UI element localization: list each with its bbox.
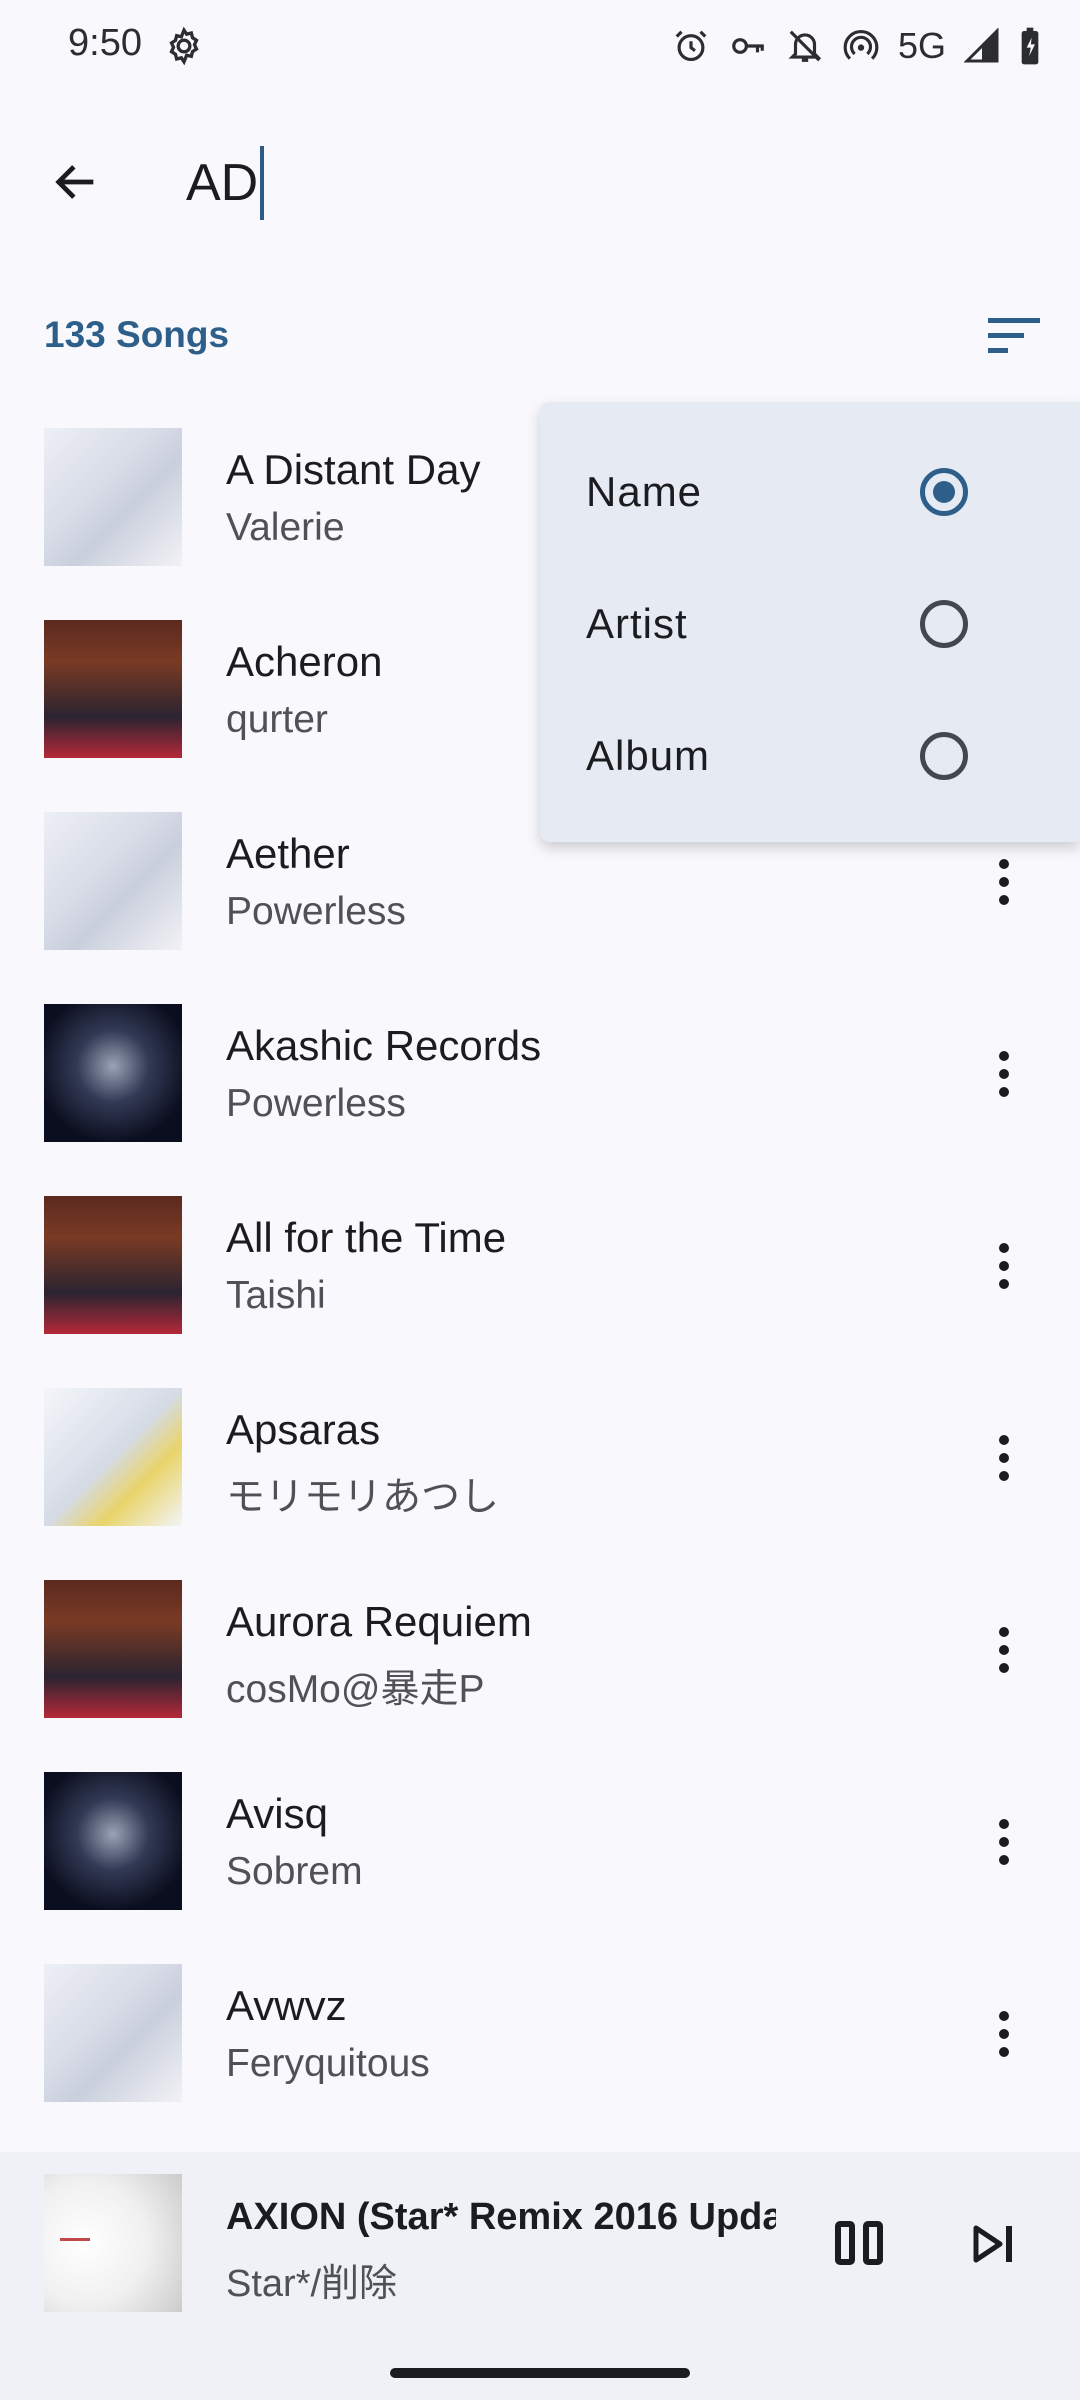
song-row[interactable]: Akashic Records Powerless [0, 982, 1080, 1174]
status-time: 9:50 [68, 22, 142, 64]
more-options-button[interactable] [976, 1610, 1032, 1690]
now-playing-bar[interactable]: AXION (Star* Remix 2016 Upda Star*/削除 [0, 2152, 1080, 2400]
more-vert-icon [999, 859, 1009, 869]
more-options-button[interactable] [976, 1034, 1032, 1114]
songs-count: 133 Songs [44, 314, 230, 355]
search-query: AD [186, 154, 259, 212]
now-playing-artist: Star*/削除 [226, 2263, 398, 2305]
sort-menu: Name Artist Album [540, 402, 1080, 842]
sort-option-label: Artist [586, 600, 688, 647]
album-art-image [44, 2174, 182, 2312]
notifications-off-icon [788, 30, 822, 62]
sort-button[interactable] [980, 306, 1052, 366]
album-art [44, 1388, 182, 1526]
pause-icon [835, 2221, 883, 2265]
search-bar: AD [0, 120, 1080, 244]
now-playing-album-art [44, 2174, 182, 2312]
hotspot-icon [843, 30, 879, 60]
sort-option-name[interactable]: Name [540, 428, 1080, 560]
radio-unselected-icon[interactable] [920, 600, 968, 648]
song-artist: モリモリあつし [226, 1476, 500, 1519]
album-art [44, 1772, 182, 1910]
song-artist: Feryquitous [226, 2042, 430, 2085]
sort-icon [988, 318, 1040, 353]
more-vert-icon [999, 1819, 1009, 1829]
vpn-key-icon [732, 38, 764, 54]
album-art [44, 1580, 182, 1718]
more-vert-icon [999, 1435, 1009, 1445]
radio-selected-icon[interactable] [920, 468, 968, 516]
album-art [44, 428, 182, 566]
song-artist: Valerie [226, 506, 345, 549]
radio-unselected-icon[interactable] [920, 732, 968, 780]
song-title: Avisq [226, 1790, 328, 1837]
song-title: A Distant Day [226, 446, 481, 493]
signal-icon [964, 28, 999, 63]
more-options-button[interactable] [976, 1802, 1032, 1882]
more-vert-icon [999, 1243, 1009, 1253]
song-row[interactable]: Aurora Requiem cosMo@暴走P [0, 1558, 1080, 1750]
song-artist: cosMo@暴走P [226, 1668, 485, 1711]
song-title: Acheron [226, 638, 383, 685]
more-options-button[interactable] [976, 842, 1032, 922]
album-art [44, 1964, 182, 2102]
album-art [44, 1196, 182, 1334]
song-artist: Powerless [226, 890, 406, 933]
song-artist: Taishi [226, 1274, 326, 1317]
sort-option-album[interactable]: Album [540, 692, 1080, 824]
more-options-button[interactable] [976, 1226, 1032, 1306]
song-artist: qurter [226, 698, 328, 741]
settings-icon [169, 26, 199, 66]
song-row[interactable]: Avwvz Feryquitous [0, 1942, 1080, 2134]
search-input[interactable]: AD [186, 146, 265, 221]
battery-charging-icon [1021, 27, 1039, 65]
song-title: Apsaras [226, 1406, 381, 1453]
alarm-icon [675, 30, 707, 62]
back-button[interactable] [36, 142, 116, 222]
now-playing-title: AXION (Star* Remix 2016 Upda [226, 2196, 776, 2238]
more-options-button[interactable] [976, 1418, 1032, 1498]
home-indicator[interactable] [390, 2368, 690, 2378]
sort-option-label: Name [586, 468, 703, 515]
song-artist: Sobrem [226, 1850, 363, 1893]
more-vert-icon [999, 1627, 1009, 1637]
arrow-back-icon [55, 165, 94, 199]
album-art [44, 1004, 182, 1142]
sort-option-label: Album [586, 732, 711, 779]
pause-button[interactable] [834, 2208, 886, 2278]
song-title: Avwvz [226, 1982, 347, 2029]
album-art [44, 812, 182, 950]
song-row[interactable]: Avisq Sobrem [0, 1750, 1080, 1942]
song-title: Aether [226, 830, 350, 877]
song-title: Aurora Requiem [226, 1598, 532, 1645]
song-row[interactable]: Apsaras モリモリあつし [0, 1366, 1080, 1558]
skip-next-button[interactable] [968, 2214, 1020, 2274]
song-artist: Powerless [226, 1082, 406, 1125]
sort-option-artist[interactable]: Artist [540, 560, 1080, 692]
more-vert-icon [999, 2011, 1009, 2021]
more-options-button[interactable] [976, 1994, 1032, 2074]
song-row[interactable]: All for the Time Taishi [0, 1174, 1080, 1366]
more-vert-icon [999, 1051, 1009, 1061]
network-type: 5G [897, 25, 946, 66]
song-title: Akashic Records [226, 1022, 542, 1069]
status-bar: 9:50 5G [0, 0, 1080, 92]
skip-next-icon [973, 2225, 1012, 2263]
album-art [44, 620, 182, 758]
text-cursor [260, 146, 265, 221]
song-title: All for the Time [226, 1214, 507, 1261]
